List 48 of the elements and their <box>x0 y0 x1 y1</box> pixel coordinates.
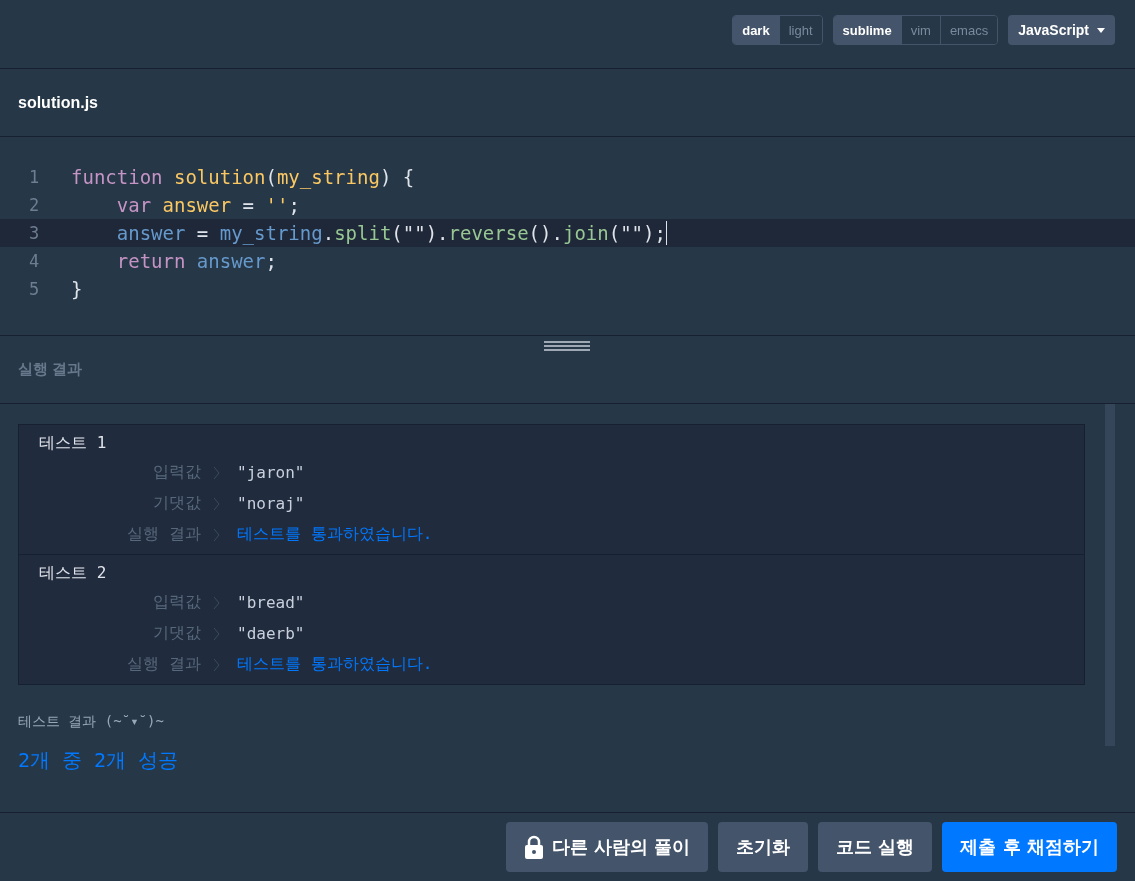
action-button[interactable]: 제출 후 채점하기 <box>942 822 1117 872</box>
result-label: 실행 결과 <box>126 654 201 675</box>
code-line: answer = my_string.split("").reverse().join(""); <box>115 222 666 244</box>
chevron-icon <box>213 657 220 672</box>
toggle-option[interactable]: sublime <box>833 16 901 44</box>
chevron-icon <box>213 465 220 480</box>
chevron-icon <box>213 595 220 610</box>
result-label: 실행 결과 <box>126 524 201 545</box>
code-editor[interactable]: 1 function solution(my_string) { 2 var answer = ''; 3 answer = my_string.split("").reverse().join(""); 4 return answer; 5 } <box>0 137 1135 336</box>
action-button[interactable]: 초기화 <box>718 822 809 872</box>
summary-text: 2개 중 2개 성공 <box>18 747 180 774</box>
result-value: "bread" <box>237 593 305 612</box>
resize-handle-icon[interactable] <box>544 340 590 352</box>
code-line: function solution(my_string) { <box>71 166 415 188</box>
toggle-option[interactable]: dark <box>733 16 779 44</box>
test-title: 테스트 2 <box>39 562 108 584</box>
result-value: "noraj" <box>237 494 305 513</box>
test-title: 테스트 1 <box>39 432 108 454</box>
language-dropdown[interactable]: JavaScript <box>1008 15 1115 45</box>
code-line: var answer = ''; <box>115 194 300 216</box>
text-cursor <box>665 221 667 245</box>
code-line: } <box>71 278 83 300</box>
chevron-icon <box>213 496 220 511</box>
action-button[interactable]: 코드 실행 <box>818 822 933 872</box>
result-label: 기댓값 <box>152 493 201 514</box>
summary-label: 테스트 결과 (~˘▾˘)~ <box>18 713 165 731</box>
lock-icon <box>523 835 544 859</box>
line-number: 4 <box>27 251 41 271</box>
line-number: 2 <box>27 195 41 215</box>
result-value: 테스트를 통과하였습니다. <box>237 654 433 675</box>
line-number: 1 <box>27 167 41 187</box>
line-number: 3 <box>27 223 41 243</box>
caret-icon <box>1097 27 1105 33</box>
line-number: 5 <box>27 279 41 299</box>
scrollbar[interactable] <box>1105 404 1115 746</box>
result-value: "daerb" <box>237 624 305 643</box>
toggle-option[interactable]: light <box>778 16 822 44</box>
action-button[interactable]: 다른 사람의 풀이 <box>505 822 709 872</box>
chevron-icon <box>213 527 220 542</box>
file-tab-title: solution.js <box>18 93 98 112</box>
result-value: "jaron" <box>237 463 305 482</box>
result-value: 테스트를 통과하였습니다. <box>237 524 433 545</box>
result-label: 입력값 <box>152 462 201 483</box>
code-line: return answer; <box>115 250 277 272</box>
section-title: 실행 결과 <box>18 360 83 379</box>
result-label: 입력값 <box>152 592 201 613</box>
chevron-icon <box>213 626 220 641</box>
result-label: 기댓값 <box>152 623 201 644</box>
